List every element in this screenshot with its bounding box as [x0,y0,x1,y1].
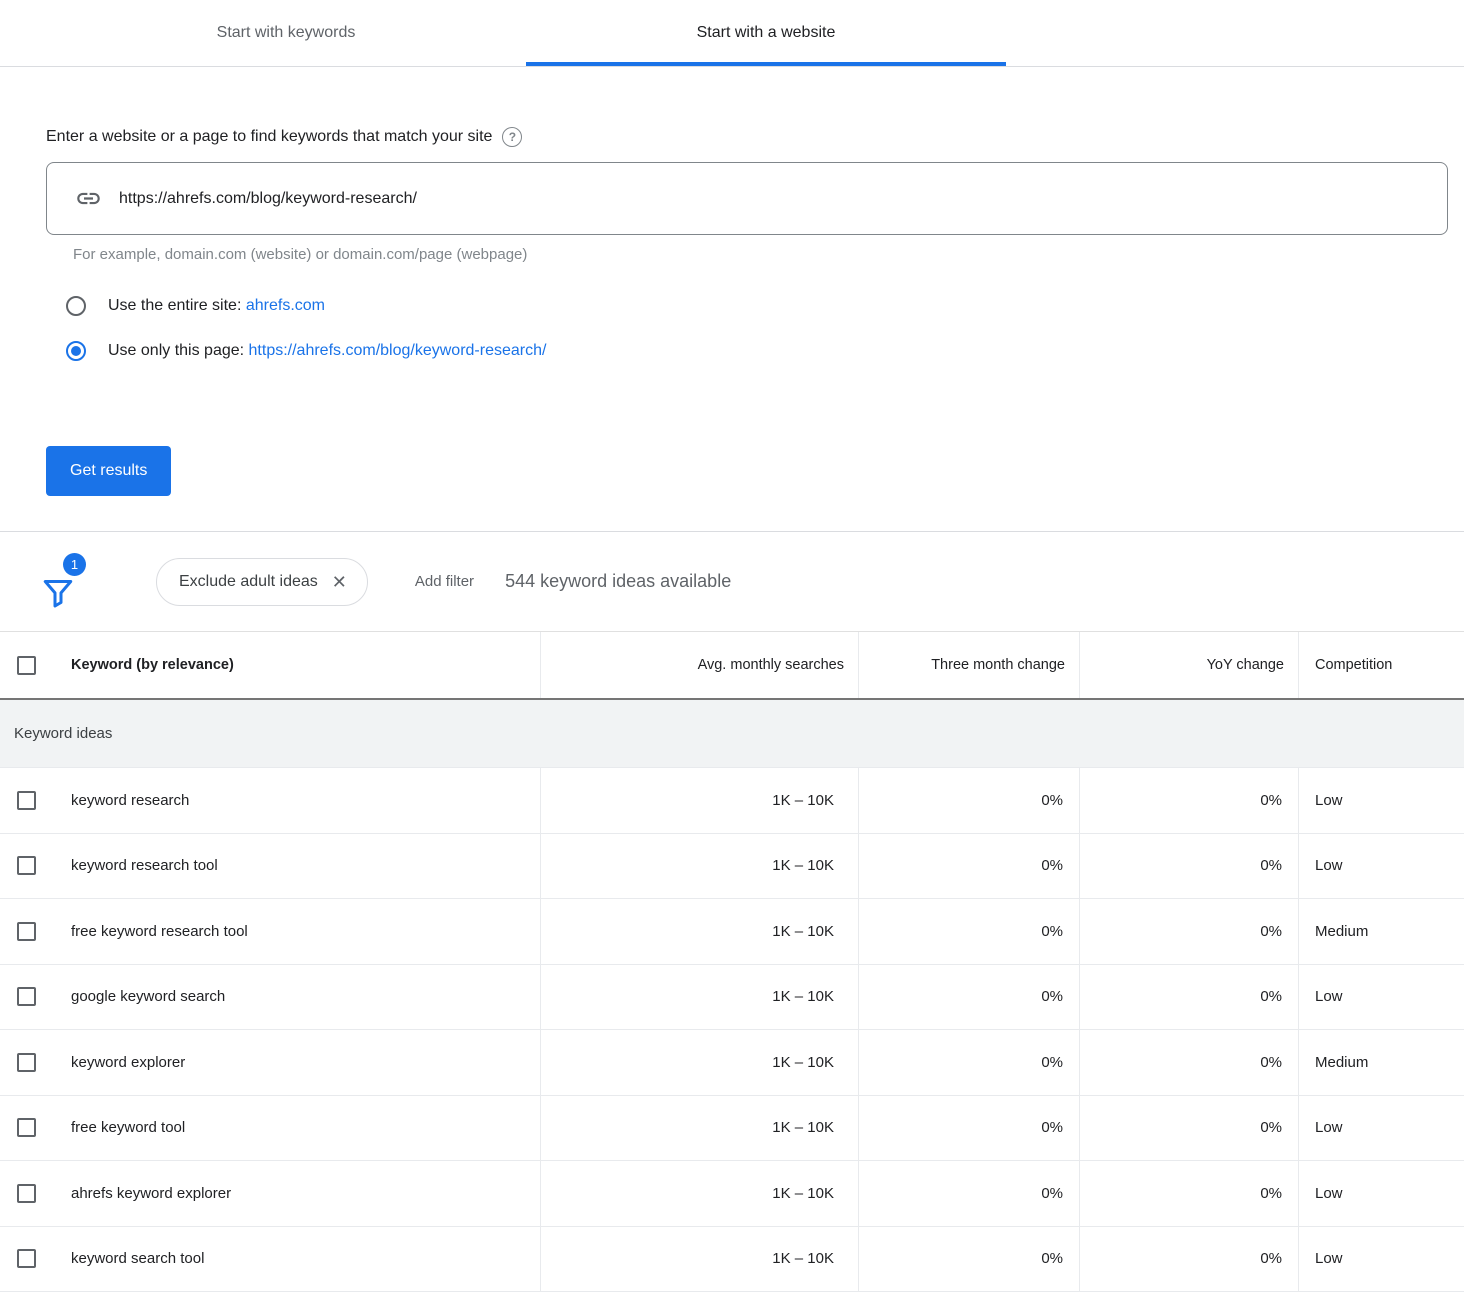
filter-count-badge: 1 [63,553,86,576]
url-helper-text: For example, domain.com (website) or dom… [73,246,1464,263]
avg-monthly-searches-value: 1K – 10K [540,965,858,1030]
radio-entire-site[interactable]: Use the entire site: ahrefs.com [66,296,1464,316]
keyword-text: free keyword research tool [71,923,248,940]
three-month-change-value: 0% [858,899,1079,964]
competition-value: Low [1298,834,1464,899]
radio-only-page-label: Use only this page: https://ahrefs.com/b… [108,342,546,360]
radio-only-page-control[interactable] [66,341,86,361]
only-page-link[interactable]: https://ahrefs.com/blog/keyword-research… [249,342,547,359]
get-results-button[interactable]: Get results [46,446,171,496]
competition-value: Low [1298,1227,1464,1292]
keyword-text: google keyword search [71,988,225,1005]
row-checkbox[interactable] [17,922,36,941]
keyword-table: Keyword (by relevance) Avg. monthly sear… [0,631,1464,1292]
three-month-change-value: 0% [858,965,1079,1030]
radio-entire-site-label: Use the entire site: ahrefs.com [108,297,325,315]
table-row: free keyword tool 1K – 10K 0% 0% Low [0,1096,1464,1162]
tab-bar: Start with keywords Start with a website [0,0,1464,67]
three-month-change-value: 0% [858,834,1079,899]
table-row: keyword search tool 1K – 10K 0% 0% Low [0,1227,1464,1293]
keyword-text: keyword search tool [71,1250,204,1267]
avg-monthly-searches-value: 1K – 10K [540,1227,858,1292]
filter-funnel-icon[interactable]: 1 [40,553,86,611]
filter-bar: 1 Exclude adult ideas ✕ Add filter 544 k… [0,532,1464,631]
tab-start-with-keywords[interactable]: Start with keywords [46,0,526,66]
yoy-change-value: 0% [1079,834,1298,899]
column-yoy-change[interactable]: YoY change [1079,632,1298,698]
avg-monthly-searches-value: 1K – 10K [540,1030,858,1095]
keyword-text: free keyword tool [71,1119,185,1136]
table-header: Keyword (by relevance) Avg. monthly sear… [0,632,1464,700]
three-month-change-value: 0% [858,1096,1079,1161]
table-row: free keyword research tool 1K – 10K 0% 0… [0,899,1464,965]
table-body: keyword research 1K – 10K 0% 0% Low keyw… [0,768,1464,1292]
website-form: Enter a website or a page to find keywor… [0,127,1464,496]
link-icon [75,185,102,212]
three-month-change-value: 0% [858,1161,1079,1226]
avg-monthly-searches-value: 1K – 10K [540,834,858,899]
three-month-change-value: 0% [858,1227,1079,1292]
tab-start-with-a-website[interactable]: Start with a website [526,0,1006,66]
avg-monthly-searches-value: 1K – 10K [540,1096,858,1161]
scope-radio-group: Use the entire site: ahrefs.com Use only… [66,296,1464,361]
url-input-box[interactable] [46,162,1448,235]
avg-monthly-searches-value: 1K – 10K [540,1161,858,1226]
column-keyword[interactable]: Keyword (by relevance) [71,657,234,673]
keyword-text: keyword research [71,792,189,809]
row-checkbox[interactable] [17,1118,36,1137]
column-avg-monthly-searches[interactable]: Avg. monthly searches [540,632,858,698]
help-icon[interactable]: ? [502,127,522,147]
radio-entire-site-control[interactable] [66,296,86,316]
avg-monthly-searches-value: 1K – 10K [540,768,858,833]
row-checkbox[interactable] [17,856,36,875]
row-checkbox[interactable] [17,791,36,810]
competition-value: Medium [1298,899,1464,964]
competition-value: Low [1298,768,1464,833]
radio-only-page[interactable]: Use only this page: https://ahrefs.com/b… [66,341,1464,361]
table-row: keyword explorer 1K – 10K 0% 0% Medium [0,1030,1464,1096]
add-filter-button[interactable]: Add filter [415,573,474,590]
keyword-text: keyword explorer [71,1054,185,1071]
avg-monthly-searches-value: 1K – 10K [540,899,858,964]
column-three-month-change[interactable]: Three month change [858,632,1079,698]
url-input[interactable] [119,190,1447,208]
competition-value: Low [1298,1096,1464,1161]
close-icon[interactable]: ✕ [332,573,347,591]
chip-label: Exclude adult ideas [179,573,318,591]
yoy-change-value: 0% [1079,965,1298,1030]
row-checkbox[interactable] [17,1184,36,1203]
keyword-text: ahrefs keyword explorer [71,1185,231,1202]
row-checkbox[interactable] [17,1249,36,1268]
row-checkbox[interactable] [17,987,36,1006]
keyword-text: keyword research tool [71,857,218,874]
yoy-change-value: 0% [1079,1096,1298,1161]
competition-value: Low [1298,1161,1464,1226]
column-competition[interactable]: Competition [1298,632,1464,698]
table-row: ahrefs keyword explorer 1K – 10K 0% 0% L… [0,1161,1464,1227]
yoy-change-value: 0% [1079,1161,1298,1226]
yoy-change-value: 0% [1079,768,1298,833]
select-all-checkbox[interactable] [17,656,36,675]
yoy-change-value: 0% [1079,1030,1298,1095]
yoy-change-value: 0% [1079,899,1298,964]
results-summary: 544 keyword ideas available [505,571,731,592]
three-month-change-value: 0% [858,1030,1079,1095]
competition-value: Low [1298,965,1464,1030]
three-month-change-value: 0% [858,768,1079,833]
yoy-change-value: 0% [1079,1227,1298,1292]
row-checkbox[interactable] [17,1053,36,1072]
exclude-adult-ideas-chip[interactable]: Exclude adult ideas ✕ [156,558,368,606]
keyword-ideas-section-header: Keyword ideas [0,700,1464,768]
table-row: google keyword search 1K – 10K 0% 0% Low [0,965,1464,1031]
url-field-label: Enter a website or a page to find keywor… [46,128,492,146]
entire-site-link[interactable]: ahrefs.com [246,297,325,314]
table-row: keyword research 1K – 10K 0% 0% Low [0,768,1464,834]
competition-value: Medium [1298,1030,1464,1095]
table-row: keyword research tool 1K – 10K 0% 0% Low [0,834,1464,900]
